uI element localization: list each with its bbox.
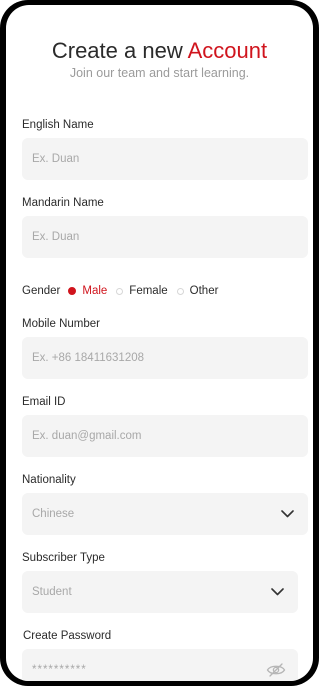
password-placeholder: ********** (32, 664, 87, 676)
subscriber-type-select[interactable]: Student (22, 571, 298, 613)
page-title: Create a new Account (6, 38, 313, 64)
subscriber-type-label: Subscriber Type (22, 552, 105, 564)
radio-unselected-icon (176, 287, 184, 295)
nationality-select[interactable]: Chinese (22, 493, 308, 535)
mandarin-name-field[interactable]: Ex. Duan (22, 216, 308, 258)
english-name-placeholder: Ex. Duan (32, 153, 80, 165)
email-label: Email ID (22, 396, 66, 408)
mobile-number-field[interactable]: Ex. +86 18411631208 (22, 337, 308, 379)
radio-unselected-icon (116, 287, 124, 295)
gender-option-label: Female (129, 285, 168, 297)
gender-option-male[interactable]: Male (68, 285, 107, 297)
gender-label: Gender (22, 285, 61, 297)
gender-option-other[interactable]: Other (176, 285, 219, 297)
eye-off-icon[interactable] (266, 663, 286, 677)
nationality-value: Chinese (32, 508, 75, 520)
email-placeholder: Ex. duan@gmail.com (32, 430, 142, 442)
email-field[interactable]: Ex. duan@gmail.com (22, 415, 308, 457)
create-password-field[interactable]: ********** (22, 649, 298, 681)
create-password-label: Create Password (23, 630, 112, 642)
gender-option-female[interactable]: Female (116, 285, 168, 297)
mandarin-name-placeholder: Ex. Duan (32, 231, 80, 243)
mobile-number-label: Mobile Number (22, 318, 100, 330)
signup-screen: Create a new Account Join our team and s… (6, 5, 313, 681)
title-accent: Account (187, 38, 268, 63)
gender-option-label: Other (189, 285, 219, 297)
mobile-number-placeholder: Ex. +86 18411631208 (32, 352, 145, 364)
page-subtitle: Join our team and start learning. (69, 66, 250, 80)
english-name-label: English Name (22, 119, 94, 131)
subscriber-type-value: Student (32, 586, 72, 598)
mandarin-name-label: Mandarin Name (22, 197, 104, 209)
chevron-down-icon (280, 507, 294, 521)
nationality-label: Nationality (22, 474, 76, 486)
chevron-down-icon (270, 585, 284, 599)
title-prefix: Create a new (51, 38, 183, 63)
gender-selector: Gender Male Female Other (22, 281, 227, 301)
radio-selected-icon (68, 287, 77, 295)
phone-frame: Create a new Account Join our team and s… (0, 0, 319, 686)
gender-option-label: Male (82, 285, 108, 297)
english-name-field[interactable]: Ex. Duan (22, 138, 308, 180)
